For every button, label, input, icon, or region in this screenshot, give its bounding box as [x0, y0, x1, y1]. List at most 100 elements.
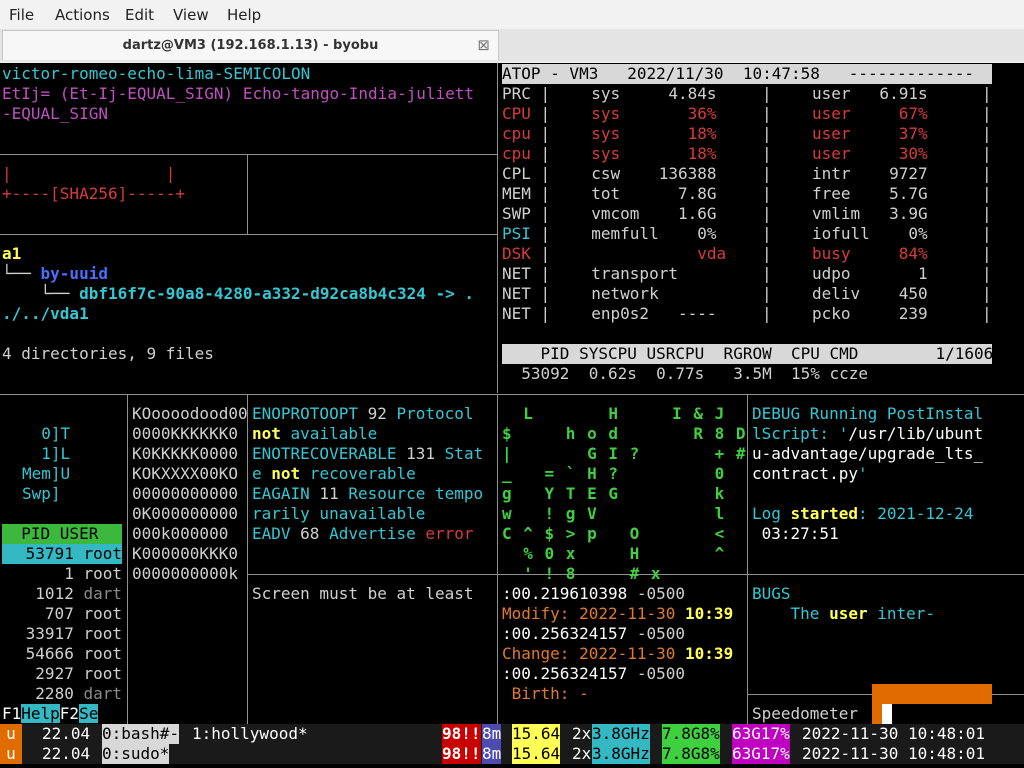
menu-file[interactable]: File [9, 6, 34, 24]
stat-line: Birth: - [502, 684, 589, 703]
errno-line: ENOTRECOVERABLE 131 Stat [252, 444, 484, 463]
atop-row-right: user 37% [812, 124, 928, 143]
ascii-art-line: 0000KKKKKK0 [132, 424, 238, 443]
atop-row-mid: sys 18% [572, 144, 717, 163]
atop-sep: | [982, 104, 992, 123]
atop-sep: | [762, 204, 772, 223]
htop-meter: 0]T [22, 424, 71, 443]
debug-line: Log started: 2021-12-24 [752, 504, 974, 523]
menu-edit[interactable]: Edit [125, 6, 154, 24]
ascii-art-line: 0000000000k [132, 564, 238, 583]
atop-sep: | [982, 124, 992, 143]
atop-sep: | [982, 84, 992, 103]
stat-line: :00.256324157 -0500 [502, 664, 686, 683]
atop-row-right: iofull 0% [812, 224, 928, 243]
htop-meter: Mem]U [22, 464, 71, 483]
atop-sep: | [762, 184, 772, 203]
errno-line: e not recoverable [252, 464, 416, 483]
htop-meter: 1]L [22, 444, 71, 463]
pane-divider [497, 63, 498, 393]
atop-sep: | [982, 164, 992, 183]
pane-divider [247, 394, 248, 725]
atop-row-right: pcko 239 [812, 304, 928, 323]
atop-row: NET | [502, 304, 551, 323]
pane-divider [747, 394, 748, 725]
bugs-title: BUGS [752, 584, 791, 603]
byobu-status-bar: u 22.04 0:bash#- 1:hollywood* 98!! 8m 15.64 2x 3… [0, 724, 1024, 744]
window-tab[interactable]: 1:hollywood* [192, 724, 308, 744]
ascii-art-line: 0K000000000 [132, 504, 238, 523]
tree-root: a1 [2, 244, 22, 263]
help-key[interactable]: Help [21, 704, 60, 723]
atop-row-mid: vda [572, 244, 727, 263]
menu-view[interactable]: View [173, 6, 209, 24]
tree-line: └── dbf16f7c-90a8-4280-a332-d92ca8b4c324… [2, 284, 475, 303]
tree-line: └── by-uuid [2, 264, 108, 283]
menu-actions[interactable]: Actions [55, 6, 110, 24]
pane-divider [247, 154, 248, 234]
atop-proc-row: 53092 0.62s 0.77s 3.5M 15% ccze [502, 364, 869, 383]
pane1-line: -EQUAL_SIGN [2, 104, 108, 123]
atop-sep: | [762, 164, 772, 183]
sha-art-line: +----[SHA256]-----+ [2, 184, 186, 203]
matrix-line: C ^ $ > p O < [502, 524, 726, 543]
process-row[interactable]: 54666 root [2, 644, 122, 664]
atop-row-right: vmlim 3.9G [812, 204, 928, 223]
process-row[interactable]: 53791 root [2, 544, 122, 564]
window-tab[interactable]: 0:sudo* [102, 744, 170, 764]
pane1-line: victor-romeo-echo-lima-SEMICOLON [2, 64, 311, 83]
matrix-line: L H I & J [502, 404, 726, 423]
speedometer-label: Speedometer [752, 704, 858, 723]
atop-sep: | [982, 144, 992, 163]
pane-divider [0, 394, 1024, 395]
process-row[interactable]: 707 root [2, 604, 122, 624]
stat-line: :00.219610398 -0500 [502, 584, 686, 603]
atop-proc-header: PID SYSCPU USRCPU RGROW CPU CMD 1/1606 [502, 344, 994, 364]
ascii-art-line: 00000000000 [132, 484, 238, 503]
debug-line: lScript: '/usr/lib/ubunt [752, 424, 984, 443]
atop-sep: | [982, 284, 992, 303]
process-row[interactable]: 33917 root [2, 624, 122, 644]
process-row[interactable]: 1012 dart [2, 584, 122, 604]
errno-line: rarily unavailable [252, 504, 426, 523]
atop-sep: | [762, 144, 772, 163]
sha-art-line: | | [2, 164, 176, 183]
atop-row: cpu | [502, 144, 551, 163]
atop-sep: | [762, 304, 772, 323]
errno-line: ENOPROTOOPT 92 Protocol [252, 404, 474, 423]
atop-sep: | [762, 244, 772, 263]
atop-row: CPU | [502, 104, 551, 123]
debug-line: contract.py' [752, 464, 868, 483]
htop-header: PID USER [2, 524, 122, 544]
process-row[interactable]: 1 root [2, 564, 122, 584]
atop-header: ATOP - VM3 2022/11/30 10:47:58 ---------… [502, 64, 992, 84]
ascii-art-line: K000000KKK0 [132, 544, 238, 563]
stat-line: :00.256324157 -0500 [502, 624, 686, 643]
atop-sep: | [762, 124, 772, 143]
cursor-block [882, 704, 892, 724]
errno-line: not available [252, 424, 378, 443]
matrix-line: | G I ? + # [502, 444, 747, 463]
atop-row-right: intr 9727 [812, 164, 928, 183]
pane-divider [0, 234, 497, 235]
atop-row: CPL | [502, 164, 551, 183]
terminal-area[interactable]: victor-romeo-echo-lima-SEMICOLON EtIj= (… [0, 63, 1024, 768]
bugs-line: The user inter- [752, 604, 936, 623]
errno-line: EAGAIN 11 Resource tempo [252, 484, 484, 503]
atop-row: cpu | [502, 124, 551, 143]
matrix-line: _ = ` H ? 0 [502, 464, 726, 483]
speedometer-bar [872, 704, 882, 724]
close-tab-icon[interactable]: ⊠ [477, 36, 490, 54]
process-row[interactable]: 2927 root [2, 664, 122, 684]
terminal-tab[interactable]: dartz@VM3 (192.168.1.13) - byobu ⊠ [2, 30, 499, 60]
matrix-line: g Y T E G k [502, 484, 726, 503]
stat-line: Modify: 2022-11-30 10:39 [502, 604, 734, 623]
debug-line: 03:27:51 [752, 524, 839, 543]
atop-sep: | [982, 264, 992, 283]
atop-row: PRC | [502, 84, 551, 103]
atop-row-mid: enp0s2 ---- [572, 304, 717, 323]
window-tab[interactable]: 0:bash#- [102, 724, 180, 744]
menu-help[interactable]: Help [227, 6, 261, 24]
htop-footer: F1HelpF2Se [2, 704, 99, 723]
process-row[interactable]: 2280 dart [2, 684, 122, 704]
